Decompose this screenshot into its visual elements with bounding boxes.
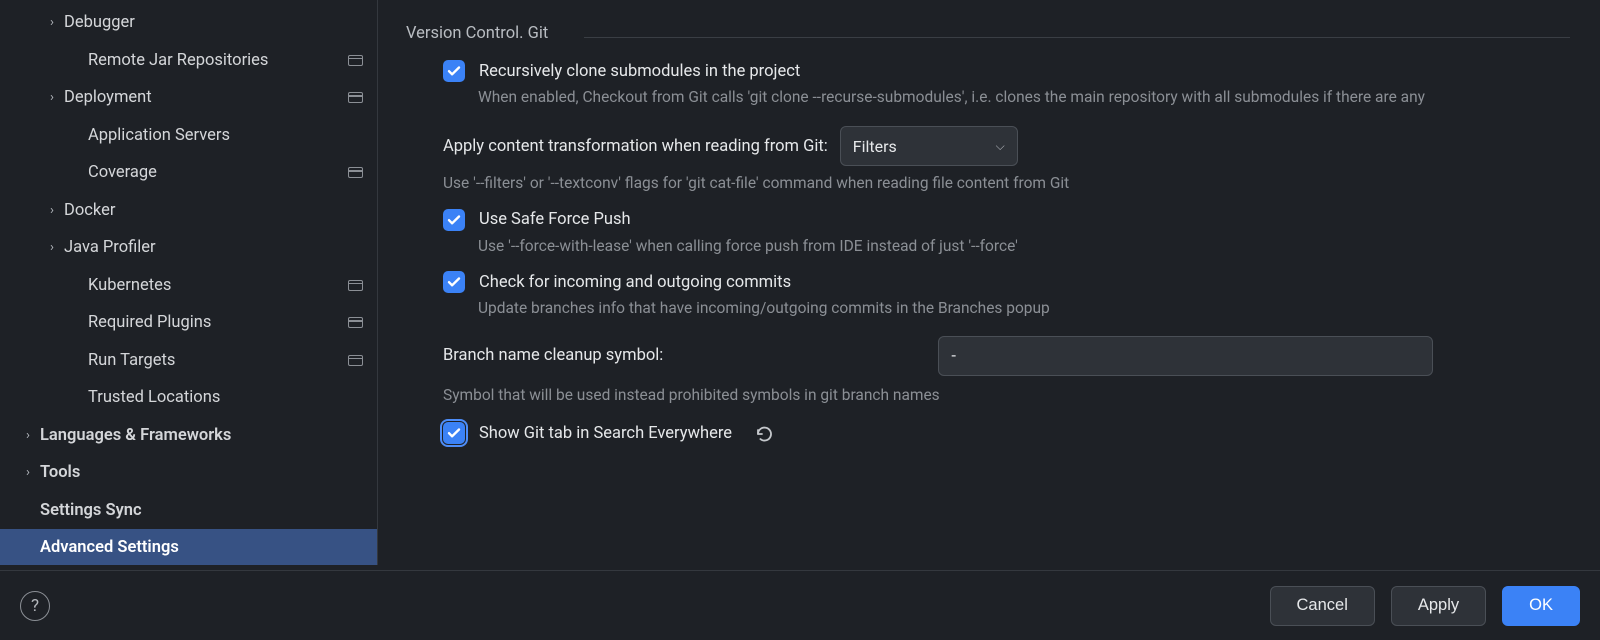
project-settings-icon	[348, 167, 363, 178]
project-settings-icon	[348, 92, 363, 103]
transform-label: Apply content transformation when readin…	[443, 137, 828, 156]
apply-button[interactable]: Apply	[1391, 586, 1486, 626]
tree-item-java-profiler[interactable]: ›Java Profiler	[0, 229, 377, 267]
chevron-right-icon: ›	[16, 465, 40, 480]
project-settings-icon	[348, 55, 363, 66]
tree-item-docker[interactable]: ›Docker	[0, 192, 377, 230]
hint-text: Symbol that will be used instead prohibi…	[378, 378, 1570, 406]
tree-item-trusted-locations[interactable]: Trusted Locations	[0, 379, 377, 417]
project-settings-icon	[348, 317, 363, 328]
hint-text: When enabled, Checkout from Git calls 'g…	[378, 84, 1570, 108]
project-settings-icon	[348, 355, 363, 366]
branch-cleanup-label: Branch name cleanup symbol:	[443, 346, 938, 365]
chevron-down-icon: ⌵	[996, 139, 1005, 154]
tree-item-label: Run Targets	[88, 351, 348, 370]
help-button[interactable]: ?	[20, 591, 50, 621]
tree-item-settings-sync[interactable]: Settings Sync	[0, 492, 377, 530]
hint-text: Use '--force-with-lease' when calling fo…	[378, 233, 1570, 257]
tree-item-label: Languages & Frameworks	[40, 426, 363, 445]
settings-panel: Version Control. Git Recursively clone s…	[378, 0, 1600, 565]
tree-item-label: Java Profiler	[64, 238, 363, 257]
tree-item-label: Coverage	[88, 163, 348, 182]
tree-item-required-plugins[interactable]: Required Plugins	[0, 304, 377, 342]
chevron-right-icon: ›	[16, 428, 40, 443]
tree-item-run-targets[interactable]: Run Targets	[0, 342, 377, 380]
tree-item-label: Advanced Settings	[40, 538, 363, 557]
ok-button[interactable]: OK	[1502, 586, 1580, 626]
tree-item-advanced-settings[interactable]: Advanced Settings	[0, 529, 377, 565]
chevron-right-icon: ›	[40, 203, 64, 218]
tree-item-label: Remote Jar Repositories	[88, 51, 348, 70]
transform-dropdown[interactable]: Filters ⌵	[840, 126, 1018, 166]
hint-text: Update branches info that have incoming/…	[378, 295, 1570, 319]
tree-item-label: Required Plugins	[88, 313, 348, 332]
dropdown-value: Filters	[853, 137, 897, 156]
revert-icon[interactable]	[754, 424, 774, 442]
tree-item-coverage[interactable]: Coverage	[0, 154, 377, 192]
checkbox-label: Check for incoming and outgoing commits	[479, 273, 791, 292]
tree-item-label: Tools	[40, 463, 363, 482]
tree-item-label: Debugger	[64, 13, 363, 32]
tree-item-label: Application Servers	[88, 126, 363, 145]
tree-item-kubernetes[interactable]: Kubernetes	[0, 267, 377, 305]
checkbox-recursive-clone[interactable]	[443, 60, 465, 82]
tree-item-application-servers[interactable]: Application Servers	[0, 117, 377, 155]
checkbox-label: Recursively clone submodules in the proj…	[479, 62, 800, 81]
tree-item-label: Docker	[64, 201, 363, 220]
chevron-right-icon: ›	[40, 240, 64, 255]
divider	[584, 37, 1570, 38]
dialog-footer: ? Cancel Apply OK	[0, 570, 1600, 640]
branch-cleanup-input[interactable]	[938, 336, 1433, 376]
checkbox-label: Use Safe Force Push	[479, 210, 631, 229]
checkbox-show-git-tab[interactable]	[443, 422, 465, 444]
hint-text: Use '--filters' or '--textconv' flags fo…	[378, 170, 1570, 194]
settings-tree: ›DebuggerRemote Jar Repositories›Deploym…	[0, 0, 378, 565]
chevron-right-icon: ›	[40, 90, 64, 105]
cancel-button[interactable]: Cancel	[1270, 586, 1375, 626]
tree-item-label: Settings Sync	[40, 501, 363, 520]
tree-item-label: Kubernetes	[88, 276, 348, 295]
tree-item-tools[interactable]: ›Tools	[0, 454, 377, 492]
tree-item-label: Deployment	[64, 88, 348, 107]
tree-item-debugger[interactable]: ›Debugger	[0, 4, 377, 42]
tree-item-languages-frameworks[interactable]: ›Languages & Frameworks	[0, 417, 377, 455]
project-settings-icon	[348, 280, 363, 291]
checkbox-label: Show Git tab in Search Everywhere	[479, 424, 732, 443]
chevron-right-icon: ›	[40, 15, 64, 30]
tree-item-remote-jar-repositories[interactable]: Remote Jar Repositories	[0, 42, 377, 80]
checkbox-check-commits[interactable]	[443, 271, 465, 293]
tree-item-deployment[interactable]: ›Deployment	[0, 79, 377, 117]
checkbox-safe-force-push[interactable]	[443, 209, 465, 231]
tree-item-label: Trusted Locations	[88, 388, 363, 407]
